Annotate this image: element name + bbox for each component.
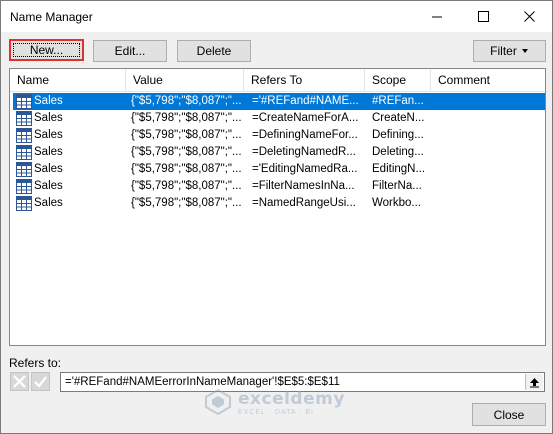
close-button-label: Close xyxy=(493,407,525,422)
cell-refers: =CreateNameForA... xyxy=(252,112,359,124)
exceldemy-logo-icon xyxy=(205,388,231,416)
minimize-button[interactable] xyxy=(414,1,460,32)
window-title: Name Manager xyxy=(10,10,93,24)
cell-refers: =FilterNamesInNa... xyxy=(252,180,355,192)
cell-comment xyxy=(438,161,543,178)
delete-button-label: Delete xyxy=(196,44,232,58)
list-header: Name Value Refers To Scope Comment xyxy=(10,69,545,92)
edit-button[interactable]: Edit... xyxy=(93,40,167,62)
cell-refers: ='#REFand#NAME... xyxy=(252,95,359,107)
check-icon xyxy=(34,376,47,388)
cell-name: Sales xyxy=(34,95,63,107)
cell-value: {"$5,798";"$8,087";"... xyxy=(131,197,241,209)
table-row[interactable]: Sales {"$5,798";"$8,087";"... ='#REFand#NA… xyxy=(13,93,545,110)
refers-to-label: Refers to: xyxy=(9,356,62,370)
named-range-icon xyxy=(16,162,32,177)
delete-button[interactable]: Delete xyxy=(177,40,251,62)
cell-comment xyxy=(438,178,543,195)
close-button[interactable]: Close xyxy=(472,403,546,426)
arrow-up-icon xyxy=(530,377,539,387)
column-header-name[interactable]: Name xyxy=(10,69,126,92)
table-row[interactable]: Sales {"$5,798";"$8,087";"... =DefiningNam… xyxy=(10,127,545,144)
named-range-icon xyxy=(16,196,32,211)
confirm-edit-button[interactable] xyxy=(31,372,50,391)
named-range-icon xyxy=(16,145,32,160)
named-range-icon xyxy=(16,111,32,126)
column-header-scope[interactable]: Scope xyxy=(365,69,431,92)
cell-comment xyxy=(438,144,543,161)
cell-scope: EditingN... xyxy=(372,163,426,175)
filter-button[interactable]: Filter xyxy=(473,40,546,62)
cell-name: Sales xyxy=(34,163,63,175)
cell-comment xyxy=(438,110,543,127)
edit-button-label: Edit... xyxy=(114,44,146,58)
cell-refers: =DeletingNamedR... xyxy=(252,146,356,158)
cell-name: Sales xyxy=(34,146,63,158)
maximize-icon xyxy=(477,11,489,22)
cell-refers: ='EditingNamedRa... xyxy=(252,163,358,175)
table-row[interactable]: Sales {"$5,798";"$8,087";"... =CreateNameF… xyxy=(10,110,545,127)
cell-name: Sales xyxy=(34,129,63,141)
watermark-tagline: EXCEL · DATA · BI xyxy=(238,408,314,416)
close-icon xyxy=(523,11,535,22)
maximize-button[interactable] xyxy=(460,1,506,32)
collapse-dialog-button[interactable] xyxy=(525,374,543,390)
column-header-refers-to[interactable]: Refers To xyxy=(244,69,365,92)
cell-value: {"$5,798";"$8,087";"... xyxy=(131,112,241,124)
table-row[interactable]: Sales {"$5,798";"$8,087";"... =FilterNames… xyxy=(10,178,545,195)
new-button[interactable]: New... xyxy=(9,39,84,61)
watermark: exceldemy EXCEL · DATA · BI xyxy=(204,388,345,416)
table-row[interactable]: Sales {"$5,798";"$8,087";"... ='EditingNam… xyxy=(10,161,545,178)
minimize-icon xyxy=(431,16,442,18)
cell-comment xyxy=(438,195,543,212)
cell-scope: FilterNa... xyxy=(372,180,422,192)
names-list[interactable]: Name Value Refers To Scope Comment Sales… xyxy=(9,68,546,346)
cross-icon xyxy=(13,375,26,388)
cell-name: Sales xyxy=(34,112,63,124)
table-row[interactable]: Sales {"$5,798";"$8,087";"... =NamedRangeU… xyxy=(10,195,545,212)
cell-value: {"$5,798";"$8,087";"... xyxy=(131,129,241,141)
table-row[interactable]: Sales {"$5,798";"$8,087";"... =DeletingNam… xyxy=(10,144,545,161)
cell-value: {"$5,798";"$8,087";"... xyxy=(131,180,241,192)
cell-scope: CreateN... xyxy=(372,112,425,124)
filter-button-label: Filter xyxy=(490,44,517,58)
cell-value: {"$5,798";"$8,087";"... xyxy=(131,163,241,175)
title-bar: Name Manager xyxy=(1,1,552,32)
named-range-icon xyxy=(16,179,32,194)
cell-scope: Workbo... xyxy=(372,197,421,209)
name-manager-dialog: Name Manager New... Edit... Delete Filte… xyxy=(0,0,553,434)
cell-scope: Deleting... xyxy=(372,146,424,158)
close-window-button[interactable] xyxy=(506,1,552,32)
column-header-comment[interactable]: Comment xyxy=(431,69,545,92)
cell-scope: Defining... xyxy=(372,129,424,141)
named-range-icon xyxy=(16,128,32,143)
cell-comment xyxy=(438,127,543,144)
cell-refers: =NamedRangeUsi... xyxy=(252,197,356,209)
cell-value: {"$5,798";"$8,087";"... xyxy=(131,146,241,158)
cell-name: Sales xyxy=(34,180,63,192)
new-button-label: New... xyxy=(29,43,64,57)
cancel-edit-button[interactable] xyxy=(10,372,29,391)
named-range-icon xyxy=(16,94,32,109)
dropdown-arrow-icon xyxy=(521,49,528,53)
cell-value: {"$5,798";"$8,087";"... xyxy=(131,95,241,107)
cell-scope: #REFan... xyxy=(372,95,424,107)
watermark-name: exceldemy xyxy=(238,388,345,409)
cell-comment xyxy=(438,93,543,110)
cell-refers: =DefiningNameFor... xyxy=(252,129,358,141)
column-header-value[interactable]: Value xyxy=(126,69,244,92)
cell-name: Sales xyxy=(34,197,63,209)
